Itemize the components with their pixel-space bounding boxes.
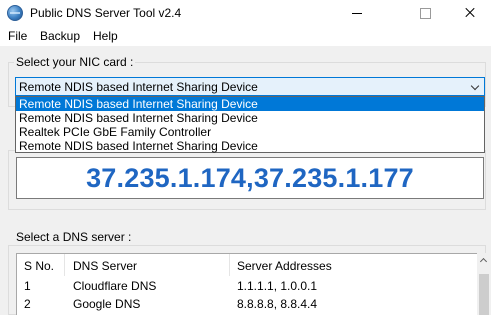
column-header-addresses[interactable]: Server Addresses xyxy=(237,259,332,273)
dns-list-label: Select a DNS server : xyxy=(14,230,134,244)
scroll-up-icon[interactable] xyxy=(479,257,488,266)
menu-bar: File Backup Help xyxy=(0,26,491,46)
row-number[interactable]: 1 xyxy=(24,279,31,293)
minimize-button[interactable] xyxy=(336,0,380,26)
menu-file-label: File xyxy=(8,29,28,43)
nic-option[interactable]: Remote NDIS based Internet Sharing Devic… xyxy=(16,139,484,153)
title-bar: Public DNS Server Tool v2.4 xyxy=(0,0,491,26)
column-header-sno[interactable]: S No. xyxy=(24,259,54,273)
column-divider[interactable] xyxy=(229,254,230,276)
nic-group-label: Select your NIC card : xyxy=(14,55,136,69)
menu-backup[interactable]: Backup xyxy=(40,29,80,43)
nic-select-value: Remote NDIS based Internet Sharing Devic… xyxy=(19,80,258,94)
nic-option[interactable]: Remote NDIS based Internet Sharing Devic… xyxy=(16,97,484,111)
nic-dropdown-list: Remote NDIS based Internet Sharing Devic… xyxy=(15,96,485,153)
close-button[interactable] xyxy=(447,0,491,26)
row-number[interactable]: 2 xyxy=(24,297,31,311)
menu-backup-label: Backup xyxy=(40,29,81,43)
chevron-down-icon[interactable] xyxy=(470,81,480,91)
nic-select[interactable]: Remote NDIS based Internet Sharing Devic… xyxy=(15,77,485,96)
maximize-button[interactable] xyxy=(403,0,447,26)
row-server-addresses[interactable]: 1.1.1.1, 1.0.0.1 xyxy=(237,279,317,293)
column-divider[interactable] xyxy=(64,254,65,276)
row-server-name[interactable]: Cloudflare DNS xyxy=(73,279,156,293)
menu-help[interactable]: Help xyxy=(93,29,118,43)
dns-server-table: S No. DNS Server Server Addresses 1 Clou… xyxy=(16,253,477,315)
table-scrollbar[interactable] xyxy=(477,253,491,315)
window-title: Public DNS Server Tool v2.4 xyxy=(30,6,182,20)
column-header-server[interactable]: DNS Server xyxy=(73,259,137,273)
menu-file[interactable]: File xyxy=(8,29,27,43)
row-server-addresses[interactable]: 8.8.8.8, 8.8.4.4 xyxy=(237,297,317,311)
nic-option[interactable]: Realtek PCIe GbE Family Controller xyxy=(16,125,484,139)
globe-icon xyxy=(7,5,23,21)
scroll-thumb[interactable] xyxy=(479,274,489,315)
row-server-name[interactable]: Google DNS xyxy=(73,297,140,311)
current-dns-display: 37.235.1.174,37.235.1.177 xyxy=(16,157,484,199)
menu-help-label: Help xyxy=(93,29,118,43)
nic-option[interactable]: Remote NDIS based Internet Sharing Devic… xyxy=(16,111,484,125)
